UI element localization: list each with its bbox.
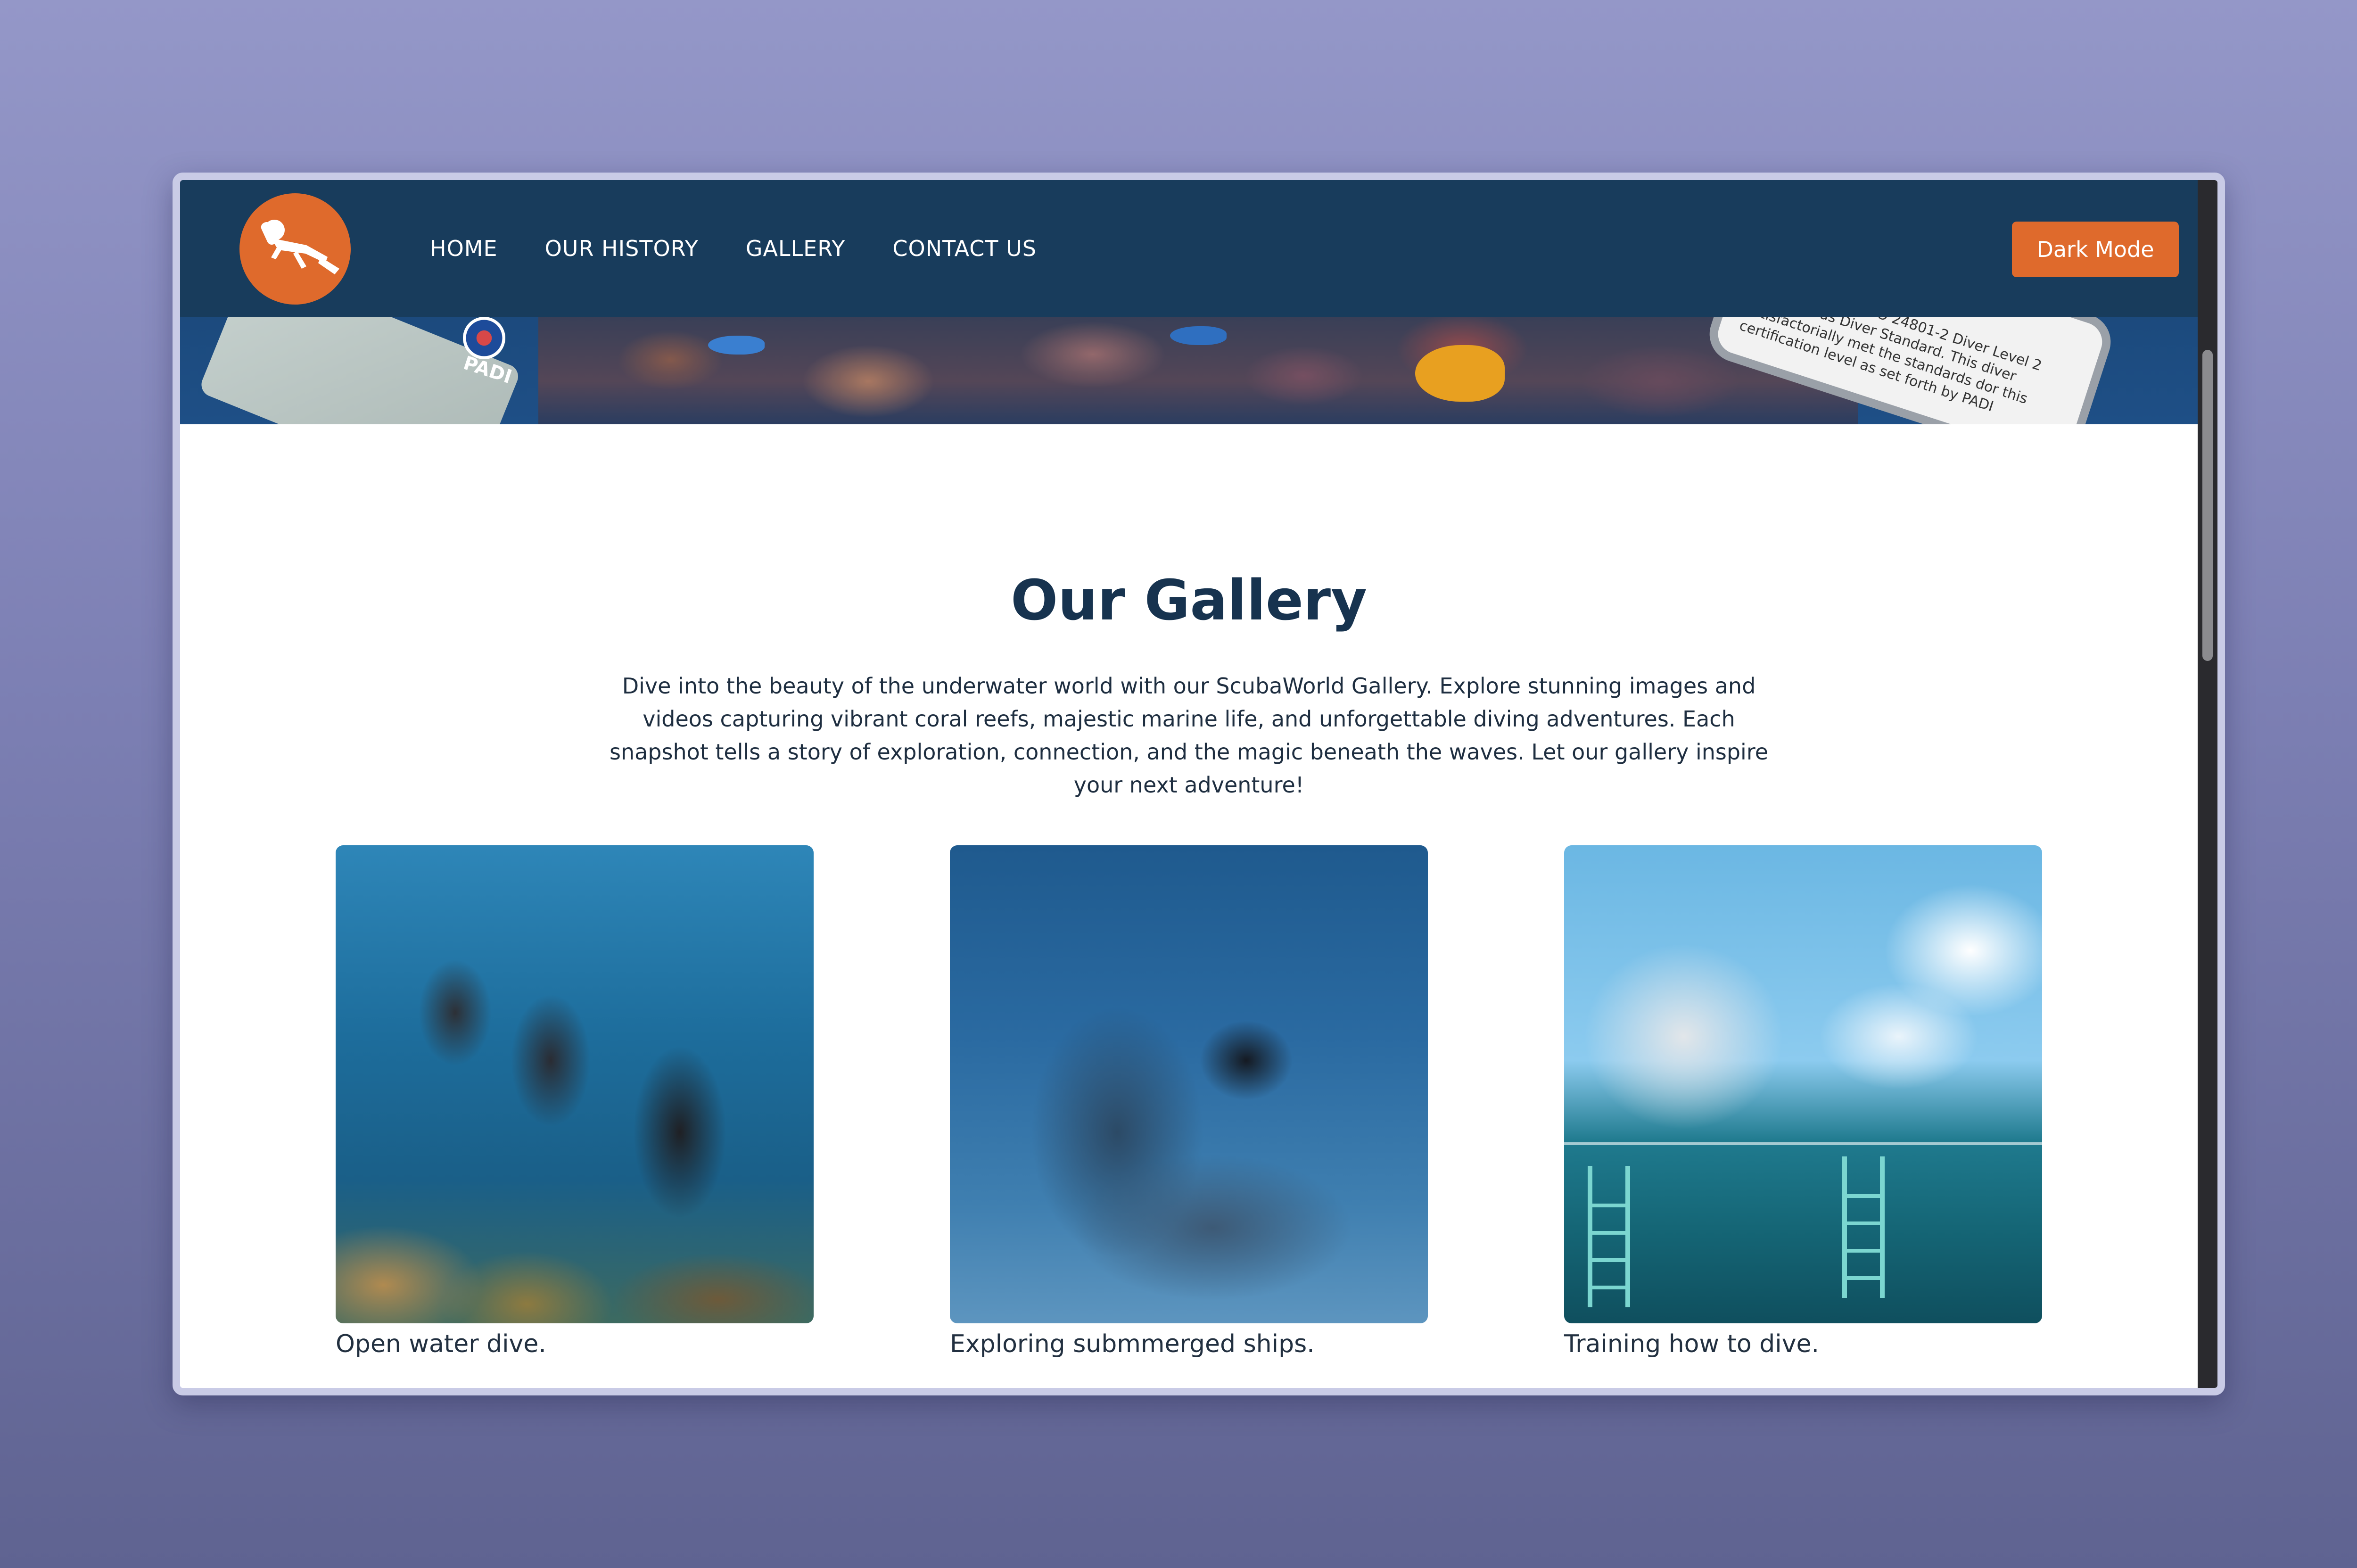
gallery-photo-open-water[interactable] (336, 845, 814, 1323)
gallery-intro: Dive into the beauty of the underwater w… (609, 673, 1769, 798)
gallery-item: Exploring submmerged ships. (950, 845, 1428, 1358)
nav-link-gallery[interactable]: GALLERY (746, 236, 846, 261)
hero-banner: PADI ...ication meets ISO 24801-2 Diver … (180, 317, 2198, 424)
nav-links: HOME OUR HISTORY GALLERY CONTACT US (430, 180, 1084, 317)
scrollbar-thumb[interactable] (2202, 350, 2213, 661)
boat-ladder (1588, 1166, 1630, 1307)
scuba-diver-icon (261, 220, 339, 274)
navbar: HOME OUR HISTORY GALLERY CONTACT US Dark… (180, 180, 2198, 317)
browser-window: HOME OUR HISTORY GALLERY CONTACT US Dark… (173, 173, 2225, 1395)
gallery-caption: Exploring submmerged ships. (950, 1330, 1315, 1358)
scrollbar[interactable] (2198, 180, 2217, 1388)
gallery-caption: Training how to dive. (1564, 1330, 1820, 1358)
gallery-item: Open water dive. (336, 845, 814, 1358)
boat-ladder (1842, 1156, 1885, 1298)
logo[interactable] (239, 193, 351, 305)
fish-graphic (1170, 326, 1227, 345)
gallery-caption: Open water dive. (336, 1330, 546, 1358)
gallery-photo-training[interactable] (1564, 845, 2042, 1323)
nav-link-home[interactable]: HOME (430, 236, 498, 261)
fish-graphic (1415, 345, 1505, 402)
page: HOME OUR HISTORY GALLERY CONTACT US Dark… (180, 180, 2198, 1388)
fish-graphic (708, 336, 765, 355)
gallery-item: Training how to dive. (1564, 845, 2042, 1358)
nav-link-our-history[interactable]: OUR HISTORY (545, 236, 699, 261)
page-title: Our Gallery (1010, 568, 1368, 633)
nav-link-contact-us[interactable]: CONTACT US (892, 236, 1037, 261)
waterline (1564, 1142, 2042, 1145)
dark-mode-button[interactable]: Dark Mode (2012, 222, 2179, 277)
gallery-photo-shipwreck[interactable] (950, 845, 1428, 1323)
